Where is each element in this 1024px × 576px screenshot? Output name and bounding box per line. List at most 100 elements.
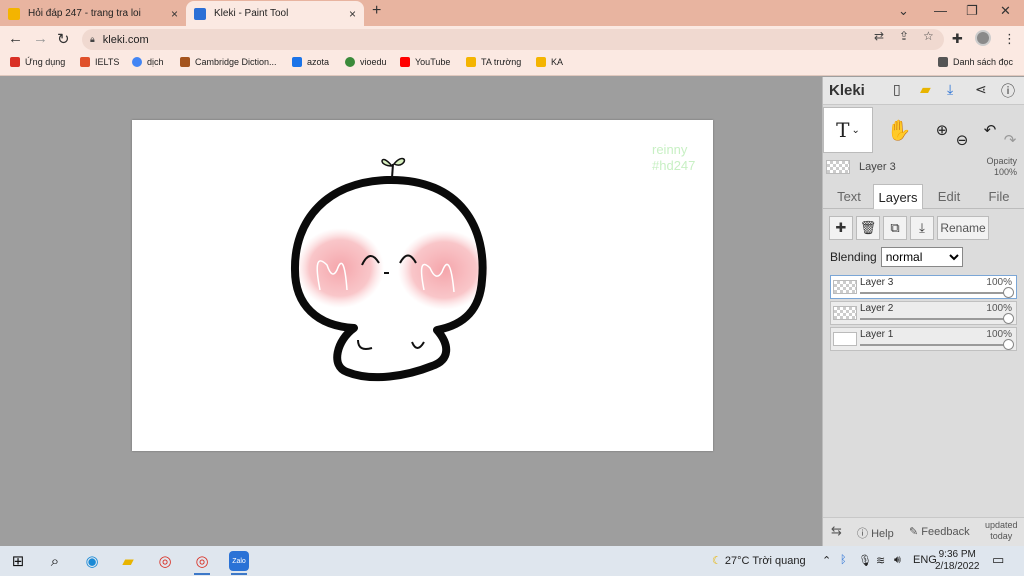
profile-avatar[interactable] (975, 30, 991, 46)
tab-edit[interactable]: Edit (927, 184, 971, 209)
minimize-button[interactable]: — (934, 3, 947, 18)
add-layer-icon[interactable]: ✚ (829, 216, 853, 240)
sprout-leaf-right (392, 157, 406, 166)
youtube-icon (400, 57, 410, 67)
cambridge-icon (180, 57, 190, 67)
help-circle-icon: ⓘ (857, 528, 872, 540)
reload-icon[interactable]: ↻ (57, 30, 70, 48)
share-icon[interactable]: ⇪ (899, 29, 909, 43)
tool-row: T ⌄ ✋ ⊕ ⊖ ↶ ↷ (823, 107, 1024, 153)
drawing-canvas[interactable]: reinny #hd247 (132, 120, 713, 451)
layer-item-3[interactable]: Layer 3 100% (830, 275, 1017, 299)
tab-search-chevron-icon[interactable]: ⌄ (898, 3, 909, 19)
file-explorer-icon[interactable]: ▰ (118, 551, 138, 571)
tab-file[interactable]: File (977, 184, 1021, 209)
system-clock[interactable]: 9:36 PM 2/18/2022 (935, 549, 980, 573)
blending-mode-select[interactable]: normal (880, 247, 963, 267)
swap-side-icon[interactable]: ⇆ (831, 523, 842, 539)
bookmark-ka[interactable]: KA (536, 57, 563, 67)
chrome-icon[interactable]: ◎ (155, 551, 175, 571)
layer-opacity-slider-handle[interactable] (1003, 313, 1014, 324)
browser-toolbar: ← → ↻ 🔒︎ kleki.com ⇄ ⇪ ☆ ✚ ⋮ (0, 26, 1024, 52)
volume-icon[interactable]: 🔊︎ (894, 554, 901, 567)
layer-opacity-slider[interactable] (860, 344, 1010, 346)
ielts-icon (80, 57, 90, 67)
merge-down-icon[interactable]: ⤓ (910, 216, 934, 240)
azota-icon (292, 57, 302, 67)
hand-tool-icon[interactable]: ✋ (879, 107, 919, 153)
share-icon[interactable]: ⋖ (975, 81, 987, 98)
duplicate-layer-icon[interactable]: ⧉ (883, 216, 907, 240)
bookmark-cambridge[interactable]: Cambridge Diction... (180, 57, 277, 67)
layer-name: Layer 3 (860, 277, 894, 288)
panel-header: Kleki ▯ ▰ ⤓ ⋖ ⓘ (823, 77, 1024, 105)
running-indicator (231, 573, 247, 575)
close-window-button[interactable]: ✕ (1000, 3, 1011, 19)
canvas-workspace[interactable]: reinny #hd247 (0, 77, 822, 546)
bookmark-ta-truong[interactable]: TA trường (466, 57, 521, 67)
tab-text[interactable]: Text (829, 184, 869, 209)
bookmark-star-icon[interactable]: ☆ (923, 29, 934, 43)
bluetooth-icon[interactable]: ᛒ (840, 554, 847, 566)
extensions-puzzle-icon[interactable]: ✚ (952, 31, 963, 47)
bookmark-youtube[interactable]: YouTube (400, 57, 450, 67)
wifi-icon[interactable]: ≋ (876, 554, 885, 567)
edge-browser-icon[interactable]: ◉ (82, 551, 102, 571)
close-tab-icon[interactable]: × (171, 7, 178, 21)
updated-note[interactable]: updated today (985, 520, 1018, 542)
bookmark-vioedu[interactable]: vioedu (345, 57, 387, 67)
kleki-logo[interactable]: Kleki (829, 82, 865, 99)
microphone-icon[interactable]: 🎙︎ (858, 554, 872, 567)
blending-label: Blending (830, 250, 877, 264)
active-layer-name: Layer 3 (859, 161, 896, 173)
tab-layers[interactable]: Layers (873, 184, 923, 209)
restore-button[interactable]: ❐ (966, 3, 978, 19)
address-bar[interactable]: 🔒︎ kleki.com (82, 29, 944, 50)
delete-layer-trash-icon[interactable]: 🗑︎ (856, 216, 880, 240)
windows-start-icon[interactable]: ⊞ (8, 551, 28, 571)
drawing-artwork (290, 157, 490, 382)
help-icon[interactable]: ⓘ (1001, 81, 1015, 101)
open-folder-icon[interactable]: ▰ (920, 81, 931, 98)
right-foot (411, 341, 425, 349)
weather-widget[interactable]: ☾ 27°C Trời quang (712, 554, 806, 567)
tab-kleki[interactable]: Kleki - Paint Tool × (186, 1, 364, 26)
new-image-icon[interactable]: ▯ (893, 81, 901, 98)
feedback-link[interactable]: ✎ Feedback (909, 525, 970, 538)
bookmark-ielts[interactable]: IELTS (80, 57, 119, 67)
zalo-icon[interactable]: Zalo (229, 551, 249, 571)
text-tool-button[interactable]: T ⌄ (823, 107, 873, 153)
layer-opacity-slider-handle[interactable] (1003, 339, 1014, 350)
chrome-profile-icon[interactable]: ◎ (192, 551, 212, 571)
help-link[interactable]: ⓘ Help (857, 525, 894, 541)
rename-layer-button[interactable]: Rename (937, 216, 989, 240)
menu-kebab-icon[interactable]: ⋮ (1003, 31, 1016, 47)
layer-item-1[interactable]: Layer 1 100% (830, 327, 1017, 351)
layer-opacity-slider[interactable] (860, 292, 1010, 294)
forward-arrow-icon[interactable]: → (33, 30, 48, 47)
kleki-side-panel: Kleki ▯ ▰ ⤓ ⋖ ⓘ T ⌄ ✋ ⊕ ⊖ ↶ ↷ Layer 3 Opa… (822, 77, 1024, 546)
opacity-readout: Opacity 100% (986, 156, 1017, 177)
layer-thumbnail (833, 332, 857, 346)
panel-tabs: Text Layers Edit File (823, 181, 1024, 209)
bookmark-azota[interactable]: azota (292, 57, 329, 67)
layer-opacity-slider-handle[interactable] (1003, 287, 1014, 298)
search-icon[interactable]: ⌕ (45, 551, 65, 571)
lock-icon: 🔒︎ (90, 34, 95, 44)
layer-item-2[interactable]: Layer 2 100% (830, 301, 1017, 325)
tab-hoidap247[interactable]: Hỏi đáp 247 - trang tra loi × (0, 1, 186, 26)
bookmark-apps[interactable]: Ứng dụng (10, 57, 65, 67)
language-indicator[interactable]: ENG (913, 554, 937, 566)
bookmark-dich[interactable]: dịch (132, 57, 164, 67)
translate-icon[interactable]: ⇄ (874, 29, 884, 43)
download-icon[interactable]: ⤓ (947, 81, 953, 98)
notifications-icon[interactable]: ▭ (992, 552, 1004, 568)
new-tab-button[interactable]: + (372, 2, 381, 20)
layer-opacity-slider[interactable] (860, 318, 1010, 320)
watermark: reinny #hd247 (652, 142, 696, 173)
close-tab-icon[interactable]: × (349, 7, 356, 21)
show-hidden-icons-chevron-icon[interactable]: ⌃ (822, 554, 831, 567)
back-arrow-icon[interactable]: ← (8, 30, 23, 47)
reading-list[interactable]: Danh sách đọc (938, 57, 1013, 67)
active-layer-info: Layer 3 Opacity 100% (823, 155, 1024, 181)
